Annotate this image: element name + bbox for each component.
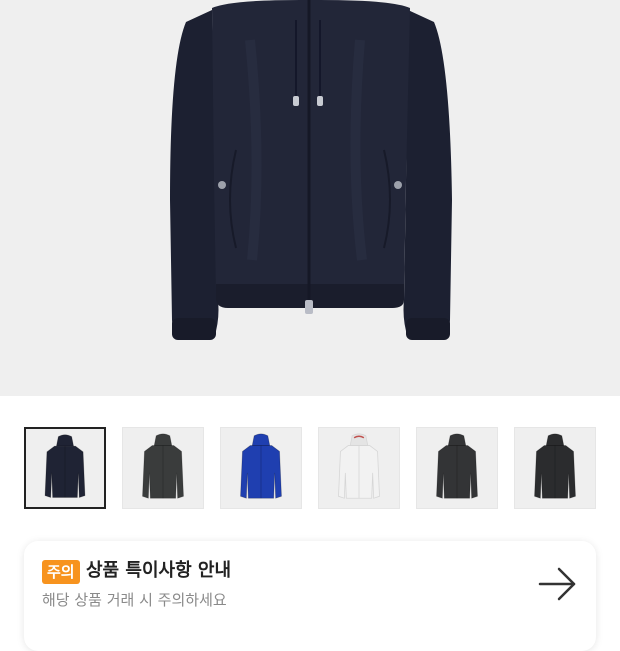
caution-badge: 주의 [42, 560, 80, 584]
jacket-thumb-icon [534, 433, 576, 499]
thumbnail-navy[interactable] [24, 427, 106, 509]
jacket-thumb-icon [436, 433, 478, 499]
notice-card[interactable]: 주의 상품 특이사항 안내 해당 상품 거래 시 주의하세요 [24, 541, 596, 651]
thumbnail-royal-blue[interactable] [220, 427, 302, 509]
thumbnail-white[interactable] [318, 427, 400, 509]
color-thumbnail-list [24, 427, 596, 511]
jacket-thumb-icon [142, 433, 184, 499]
jacket-thumb-icon [240, 433, 282, 499]
jacket-thumb-icon [338, 433, 380, 499]
jacket-thumb-icon [44, 434, 86, 499]
arrow-right-icon[interactable] [538, 566, 578, 602]
notice-subtitle: 해당 상품 거래 시 주의하세요 [42, 591, 227, 609]
notice-title: 상품 특이사항 안내 [86, 560, 232, 581]
thumbnail-graphite[interactable] [416, 427, 498, 509]
product-main-image [0, 0, 620, 396]
thumbnail-charcoal[interactable] [122, 427, 204, 509]
jacket-illustration [170, 0, 452, 340]
thumbnail-black[interactable] [514, 427, 596, 509]
